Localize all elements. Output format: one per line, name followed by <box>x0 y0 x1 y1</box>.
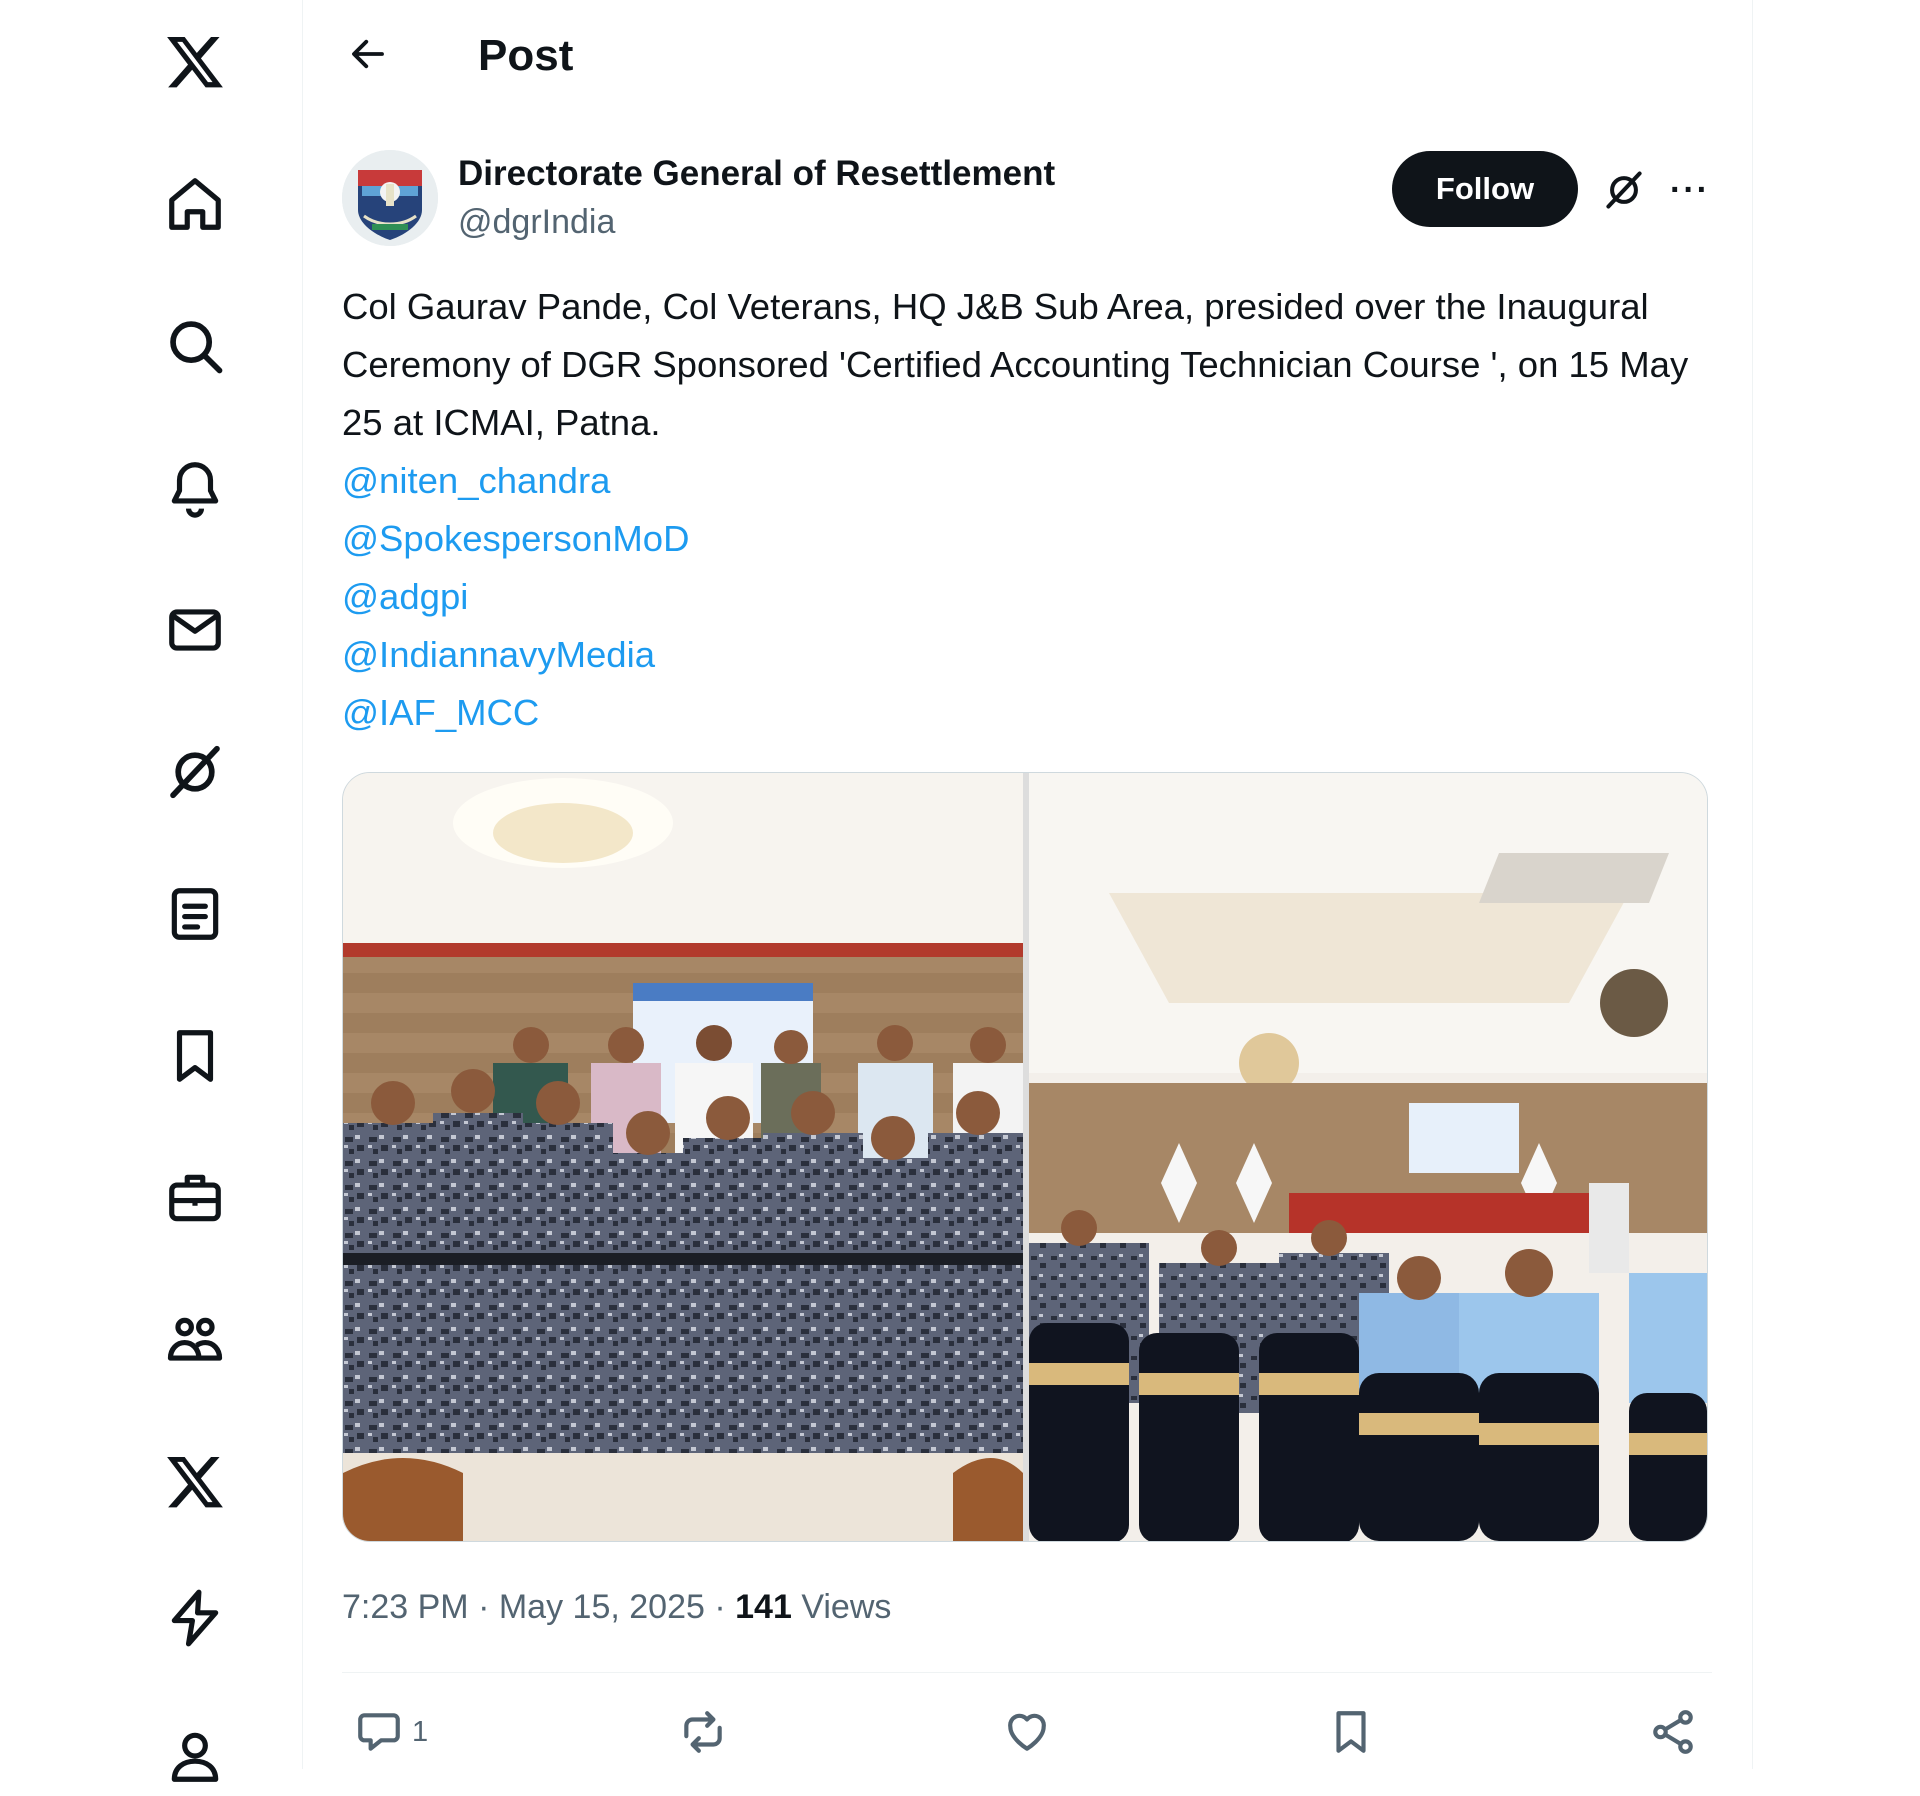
lists-icon[interactable] <box>155 874 235 954</box>
column-divider-right <box>1752 0 1753 1769</box>
like-button[interactable] <box>1002 1702 1052 1762</box>
back-arrow-icon <box>352 39 384 69</box>
column-divider-left <box>302 0 303 1769</box>
mention-link[interactable]: @SpokespersonMoD <box>342 510 1722 568</box>
views-count: 141 <box>735 1588 792 1626</box>
post-text: Col Gaurav Pande, Col Veterans, HQ J&B S… <box>342 278 1722 742</box>
messages-icon[interactable] <box>155 590 235 670</box>
bookmark-icon <box>1336 1711 1366 1753</box>
author-name[interactable]: Directorate General of Resettlement <box>458 152 1055 196</box>
reply-icon <box>358 1713 400 1751</box>
post-media <box>342 772 1708 1542</box>
avatar[interactable] <box>342 150 438 246</box>
bookmarks-icon[interactable] <box>155 1016 235 1096</box>
verified-orgs-icon[interactable] <box>155 1578 235 1658</box>
mention-link[interactable]: @IAF_MCC <box>342 684 1722 742</box>
back-button[interactable] <box>340 26 396 82</box>
share-button[interactable] <box>1648 1702 1698 1762</box>
mention-link[interactable]: @IndiannavyMedia <box>342 626 1722 684</box>
post-meta: 7:23 PM · May 15, 2025 · 141 Views <box>342 1582 891 1632</box>
x-logo-icon[interactable] <box>155 22 235 102</box>
grok-icon <box>1606 171 1642 209</box>
grok-icon[interactable] <box>155 732 235 812</box>
bookmark-button[interactable] <box>1326 1702 1376 1762</box>
left-nav <box>0 0 302 1782</box>
group-photo[interactable] <box>343 773 1023 1541</box>
mention-link[interactable]: @adgpi <box>342 568 1722 626</box>
jobs-icon[interactable] <box>155 1158 235 1238</box>
share-icon <box>1653 1710 1693 1754</box>
premium-icon[interactable] <box>155 1442 235 1522</box>
grok-button[interactable] <box>1596 162 1652 218</box>
search-icon[interactable] <box>155 306 235 386</box>
repost-button[interactable] <box>678 1702 728 1762</box>
hall-photo[interactable] <box>1029 773 1707 1541</box>
profile-icon[interactable] <box>155 1716 235 1796</box>
actions-divider <box>342 1672 1712 1673</box>
meta-separator: · <box>478 1588 490 1626</box>
meta-separator: · <box>714 1588 726 1626</box>
page-title: Post <box>478 31 574 80</box>
reply-button[interactable]: 1 <box>354 1702 428 1762</box>
post-date[interactable]: May 15, 2025 <box>499 1588 705 1626</box>
heart-icon <box>1008 1713 1046 1751</box>
follow-button[interactable]: Follow <box>1392 151 1578 227</box>
communities-icon[interactable] <box>155 1300 235 1380</box>
author-handle[interactable]: @dgrIndia <box>458 200 615 244</box>
post-time[interactable]: 7:23 PM <box>342 1588 469 1626</box>
home-icon[interactable] <box>155 164 235 244</box>
views-label: Views <box>801 1588 892 1626</box>
post-body: Col Gaurav Pande, Col Veterans, HQ J&B S… <box>342 286 1689 443</box>
dgr-emblem-icon <box>342 150 438 246</box>
repost-icon <box>684 1711 722 1753</box>
notifications-icon[interactable] <box>155 448 235 528</box>
mention-link[interactable]: @niten_chandra <box>342 452 1722 510</box>
more-options-button[interactable]: ··· <box>1662 162 1718 218</box>
reply-count: 1 <box>412 1715 429 1748</box>
